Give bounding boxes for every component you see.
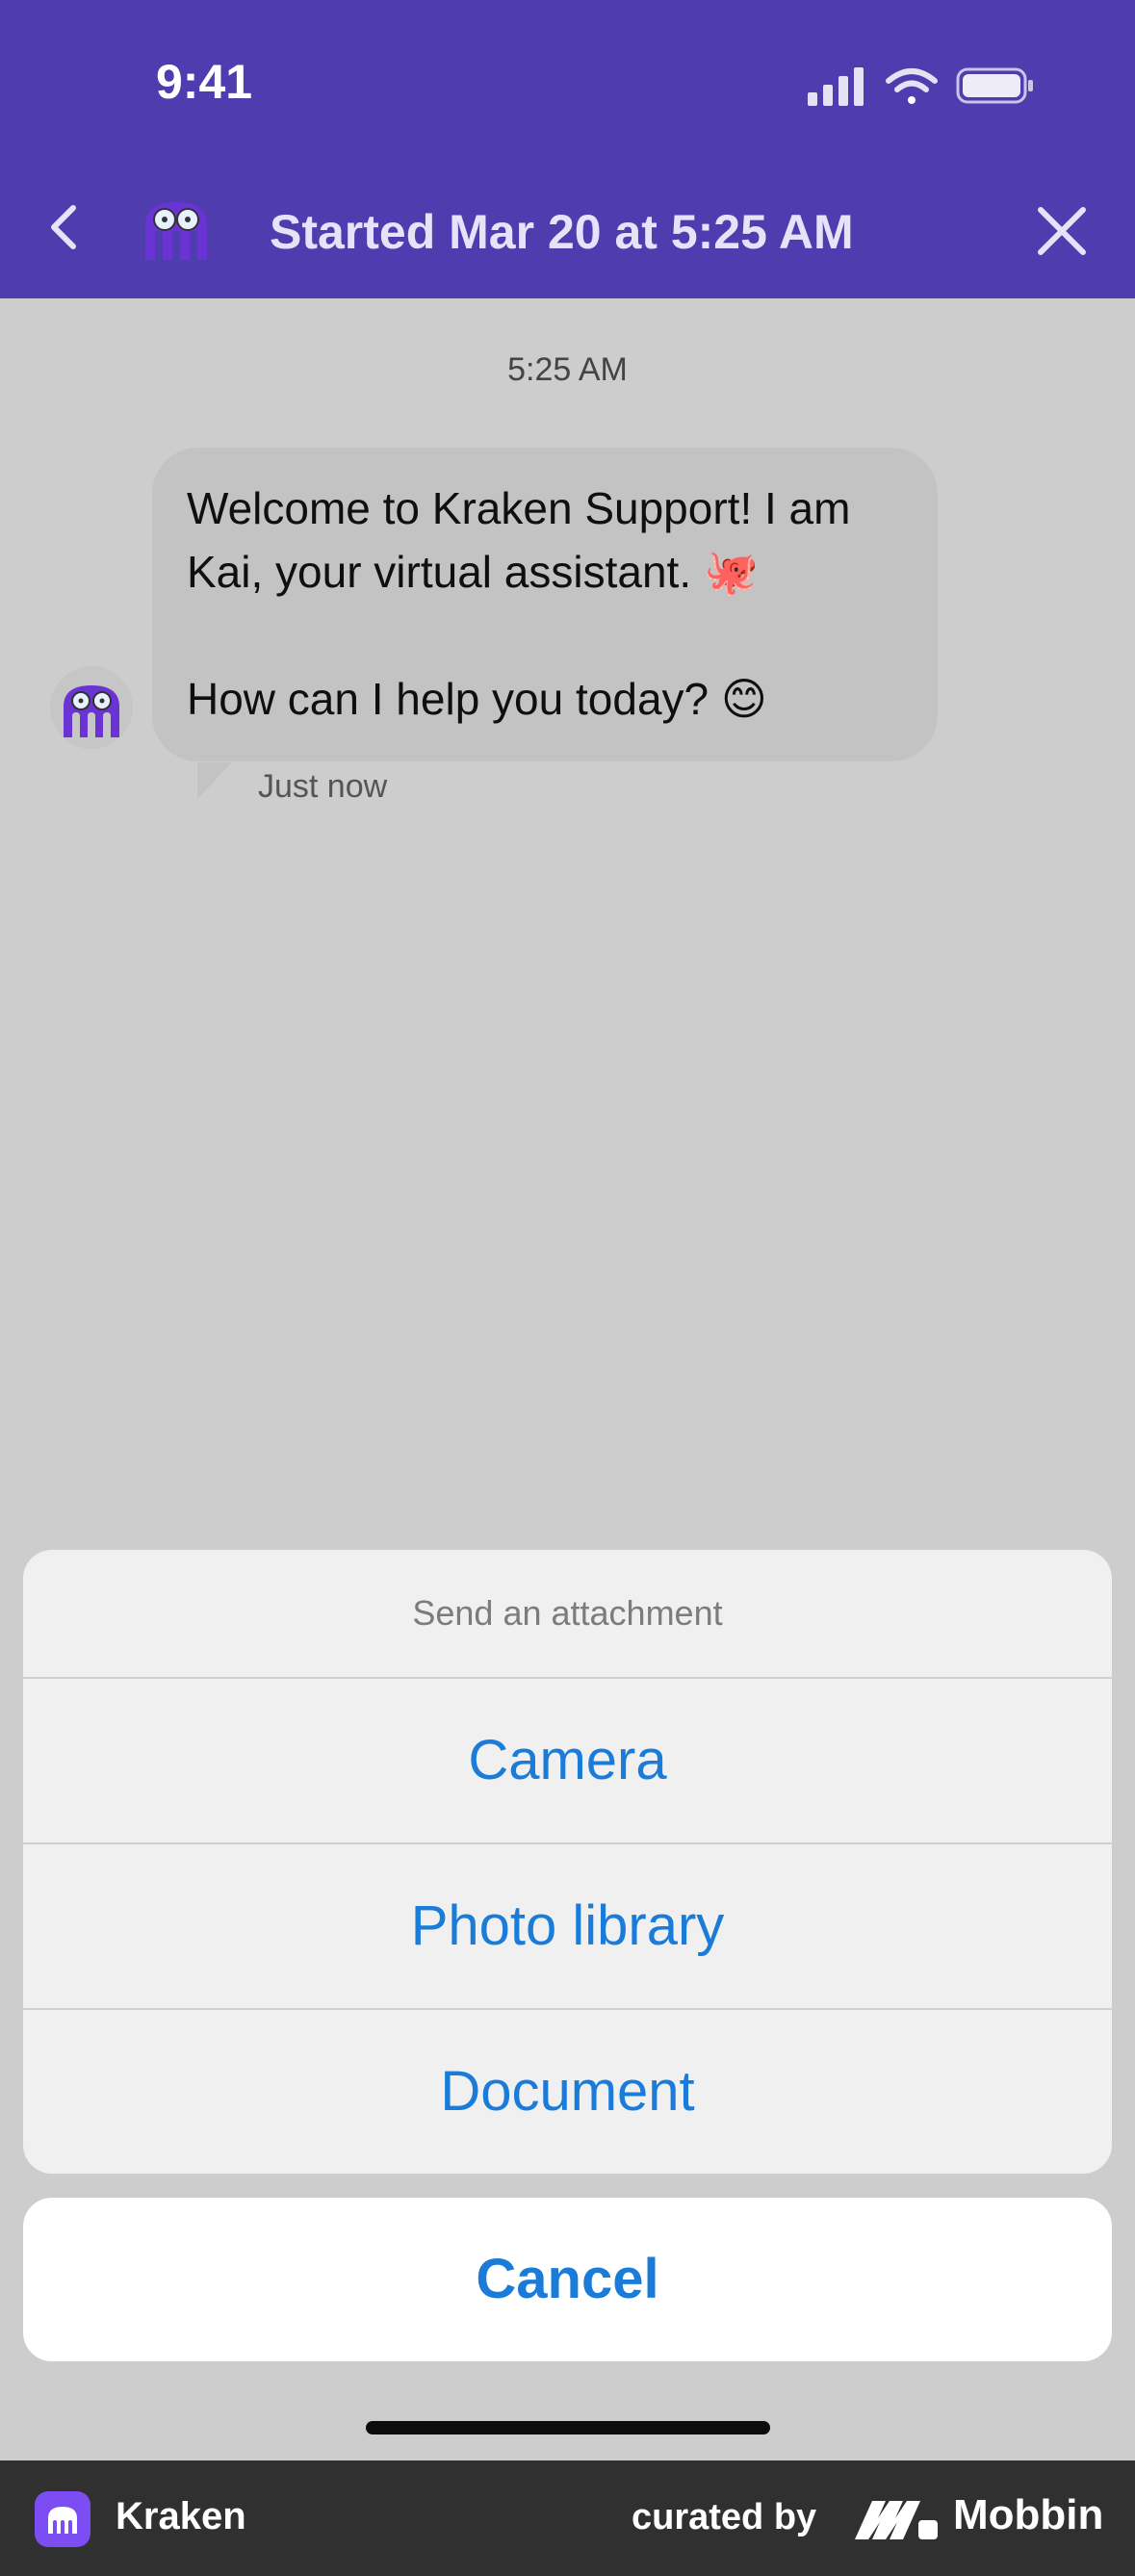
chat-area: 5:25 AM Welcome to Kraken Support! I am … [0, 298, 1135, 1550]
wifi-icon [886, 68, 938, 104]
close-icon[interactable] [1031, 200, 1093, 262]
chat-timestamp: 5:25 AM [507, 351, 628, 388]
nav-bar: Started Mar 20 at 5:25 AM [0, 154, 1135, 298]
message-status: Just now [258, 768, 388, 805]
photo-library-option[interactable]: Photo library [23, 1844, 1112, 2010]
conversation-title: Started Mar 20 at 5:25 AM [270, 205, 854, 259]
attachment-action-sheet: Send an attachment Camera Photo library … [23, 1550, 1112, 2174]
battery-icon [956, 67, 1033, 104]
footer-curated-label: curated by [632, 2497, 817, 2537]
camera-option[interactable]: Camera [23, 1679, 1112, 1844]
status-bar: 9:41 [0, 0, 1135, 154]
footer-app-name: Kraken [116, 2495, 246, 2537]
kraken-bot-avatar [145, 202, 207, 260]
cancel-button[interactable]: Cancel [23, 2198, 1112, 2361]
footer: Kraken curated by Mobbin [0, 2460, 1135, 2576]
status-time: 9:41 [156, 55, 253, 109]
bubble-tail [197, 762, 232, 799]
bot-message-bubble: Welcome to Kraken Support! I am Kai, you… [152, 448, 938, 761]
kraken-logo-icon [35, 2491, 90, 2547]
avatar [50, 666, 133, 749]
status-icons [808, 64, 1039, 113]
action-sheet-title: Send an attachment [23, 1550, 1112, 1679]
chevron-left-icon[interactable] [39, 200, 92, 254]
mobbin-logo-icon [855, 2501, 938, 2539]
message-text: How can I help you today? 😊 [187, 674, 767, 724]
home-indicator [366, 2421, 770, 2434]
footer-brand: Mobbin [953, 2491, 1104, 2538]
document-option[interactable]: Document [23, 2010, 1112, 2174]
message-text: Welcome to Kraken Support! I am Kai, you… [187, 483, 851, 597]
signal-icon [808, 67, 1033, 106]
kraken-bot-icon [64, 685, 119, 737]
